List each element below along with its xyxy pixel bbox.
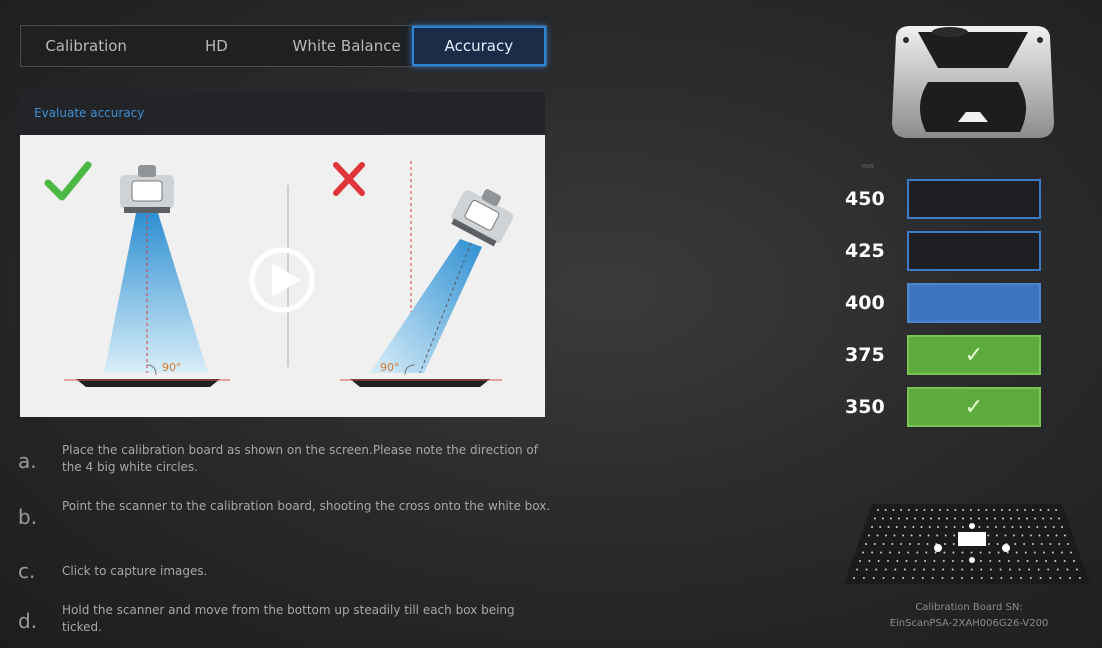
gauge-unit: mm <box>862 163 874 170</box>
light-beam-right <box>370 239 482 373</box>
angle-label-right: 90° <box>380 361 400 374</box>
gauge-row-350: 350 ✓ <box>845 387 1041 427</box>
cross-icon <box>333 162 365 196</box>
step-text: Point the scanner to the calibration boa… <box>62 499 551 513</box>
panel-title: Evaluate accuracy <box>34 106 145 120</box>
tab-white-balance[interactable]: White Balance <box>282 26 412 66</box>
light-beam-left <box>104 213 208 373</box>
gauge-distance: 350 <box>845 396 885 418</box>
gauge-distance: 425 <box>845 240 885 262</box>
step-a: a. Place the calibration board as shown … <box>18 442 552 476</box>
gauge-box-done: ✓ <box>907 335 1041 375</box>
step-letter: a. <box>18 449 37 473</box>
tab-accuracy[interactable]: Accuracy <box>411 26 546 66</box>
scanner-icon-right <box>451 189 514 247</box>
play-icon[interactable] <box>249 247 315 313</box>
scanner-icon-left <box>120 165 174 213</box>
gauge-distance: 375 <box>845 344 885 366</box>
check-icon <box>44 161 92 201</box>
gauge-box-current <box>907 283 1041 323</box>
calibration-board-image <box>844 504 1090 584</box>
step-d: d. Hold the scanner and move from the bo… <box>18 602 552 636</box>
angle-label-left: 90° <box>162 361 182 374</box>
step-b: b. Point the scanner to the calibration … <box>18 498 552 527</box>
step-text: Hold the scanner and move from the botto… <box>62 603 515 634</box>
step-c: c. Click to capture images. <box>18 561 552 581</box>
gauge-row-425: 425 <box>845 231 1041 271</box>
step-text: Place the calibration board as shown on … <box>62 443 538 474</box>
check-icon: ✓ <box>964 342 984 368</box>
illustration-graphic: 90° 90° <box>44 161 514 387</box>
board-serial-label: Calibration Board SN: EinScanPSA-2XAH006… <box>850 600 1088 632</box>
gauge-box <box>907 231 1041 271</box>
gauge-distance: 450 <box>845 188 885 210</box>
step-text: Click to capture images. <box>62 564 208 578</box>
scanner-device-image <box>892 26 1054 138</box>
step-letter: d. <box>18 609 38 633</box>
gauge-box-done: ✓ <box>907 387 1041 427</box>
tab-bar: Calibration HD White Balance Accuracy <box>20 25 547 67</box>
gauge-box <box>907 179 1041 219</box>
tab-calibration[interactable]: Calibration <box>21 26 151 66</box>
gauge-row-450: 450 <box>845 179 1041 219</box>
instruction-illustration: 90° 90° <box>20 135 545 417</box>
step-letter: c. <box>18 559 36 583</box>
board-serial-number: EinScanPSA-2XAH006G26-V200 <box>889 618 1049 629</box>
gauge-distance: 400 <box>845 292 885 314</box>
gauge-row-400: 400 <box>845 283 1041 323</box>
tab-hd[interactable]: HD <box>151 26 281 66</box>
check-icon: ✓ <box>964 394 984 420</box>
panel-header: Evaluate accuracy <box>20 92 545 134</box>
board-serial-title: Calibration Board SN: <box>915 602 1023 613</box>
step-letter: b. <box>18 505 38 529</box>
gauge-row-375: 375 ✓ <box>845 335 1041 375</box>
